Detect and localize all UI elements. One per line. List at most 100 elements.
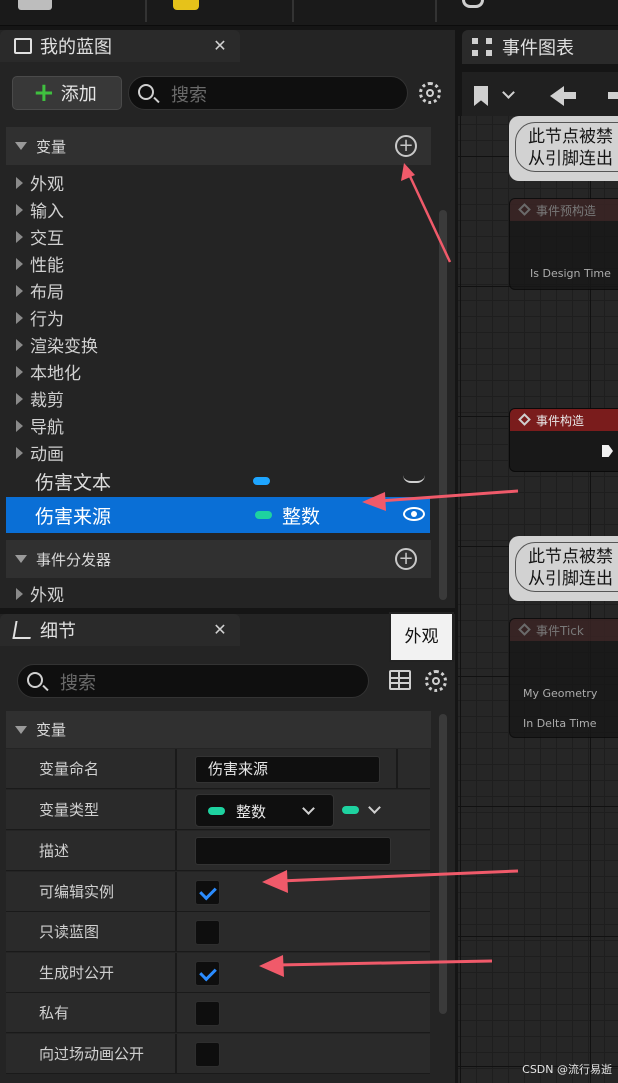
node-event-construct[interactable]: 事件构造 (509, 408, 618, 472)
category-item[interactable]: 动画 (6, 439, 430, 466)
category-item[interactable]: 交互 (6, 223, 430, 250)
row-readonly: 只读蓝图 (6, 912, 430, 952)
node-event-preconstruct[interactable]: 事件预构造 Is Design Time (509, 198, 618, 290)
chevron-down-icon (368, 801, 381, 814)
row-variable-type: 变量类型 整数 (6, 790, 430, 830)
my-blueprint-tab[interactable]: 我的蓝图 ✕ (0, 30, 240, 62)
category-label: 导航 (30, 418, 64, 438)
details-section-label: 变量 (36, 721, 67, 739)
category-item[interactable]: 输入 (6, 196, 430, 223)
variable-type-value: 整数 (236, 803, 267, 821)
category-label: 本地化 (30, 364, 81, 384)
blueprint-search-input[interactable]: 搜索 (128, 76, 408, 110)
eye-open-icon[interactable] (403, 507, 425, 521)
table-view-icon[interactable] (389, 670, 411, 690)
settings-gear-icon[interactable] (425, 670, 447, 692)
close-icon[interactable]: ✕ (208, 34, 232, 58)
variable-type-dropdown[interactable]: 整数 (195, 794, 334, 827)
comment-bubble: 此节点被禁 从引脚连出 (509, 116, 618, 181)
search-icon (138, 84, 154, 100)
add-variable-icon[interactable]: + (395, 135, 417, 157)
category-item[interactable]: 裁剪 (6, 385, 430, 412)
column-divider (175, 912, 177, 952)
category-label: 布局 (30, 283, 64, 303)
category-label: 性能 (30, 256, 64, 276)
variables-section-header[interactable]: 变量 + (6, 127, 431, 165)
node-title: 事件Tick (536, 623, 584, 638)
add-dispatcher-icon[interactable]: + (395, 548, 417, 570)
row-label: 生成时公开 (39, 964, 115, 982)
event-graph-tab[interactable]: 事件图表 (462, 30, 618, 64)
category-item[interactable]: 行为 (6, 304, 430, 331)
bookmark-icon[interactable] (474, 86, 488, 106)
event-diamond-icon (518, 203, 531, 216)
expand-arrow-icon (16, 420, 23, 432)
add-button[interactable]: + 添加 (12, 76, 122, 110)
variable-row-damage-source[interactable]: 伤害来源 整数 (6, 497, 430, 533)
blueprint-scrollbar[interactable] (439, 210, 447, 600)
category-item[interactable]: 渲染变换 (6, 331, 430, 358)
expose-on-spawn-checkbox[interactable] (195, 961, 220, 986)
expand-arrow-icon (16, 312, 23, 324)
forward-arrow-icon[interactable] (608, 92, 618, 99)
event-diamond-icon (518, 413, 531, 426)
graph-toolbar (462, 72, 618, 116)
expand-arrow-icon (16, 366, 23, 378)
private-checkbox[interactable] (195, 1001, 220, 1026)
readonly-checkbox[interactable] (195, 920, 220, 945)
column-divider (175, 1034, 177, 1074)
category-label: 动画 (30, 445, 64, 465)
variable-row-damage-text[interactable]: 伤害文本 (6, 463, 430, 499)
expand-arrow-icon (16, 285, 23, 297)
blueprint-book-icon (14, 38, 32, 54)
row-private: 私有 (6, 993, 430, 1033)
details-tab[interactable]: 细节 ✕ (0, 614, 240, 646)
pin-label: In Delta Time (523, 717, 597, 730)
container-type-dropdown[interactable] (340, 794, 390, 827)
details-variable-section[interactable]: 变量 (6, 711, 431, 748)
expand-arrow-icon (16, 258, 23, 270)
category-item[interactable]: 布局 (6, 277, 430, 304)
category-item[interactable]: 外观 (6, 169, 430, 196)
close-icon[interactable]: ✕ (208, 618, 232, 642)
description-field[interactable] (195, 837, 391, 865)
column-divider (175, 831, 177, 871)
row-label: 描述 (39, 842, 70, 860)
dispatchers-section-header[interactable]: 事件分发器 + (6, 540, 431, 578)
type-pill-icon (253, 477, 270, 485)
details-scrollbar[interactable] (439, 714, 447, 1014)
variable-name-field[interactable]: 伤害来源 (195, 756, 380, 783)
details-panel: 细节 ✕ 搜索 变量 变量命名 伤害来源 变量类型 整数 描述 可编辑实例 只读… (0, 614, 455, 1083)
category-label: 渲染变换 (30, 337, 98, 357)
details-title: 细节 (40, 621, 76, 642)
category-item[interactable]: 本地化 (6, 358, 430, 385)
category-item[interactable]: 外观 (6, 580, 430, 607)
column-divider (396, 749, 398, 789)
variable-name: 伤害文本 (35, 471, 112, 494)
toolbar-divider (435, 0, 437, 22)
graph-canvas[interactable]: 此节点被禁 从引脚连出 事件预构造 Is Design Time 事件构造 此节点… (458, 116, 618, 1083)
compile-icon[interactable] (173, 0, 199, 10)
category-item[interactable]: 性能 (6, 250, 430, 277)
search-icon (27, 672, 43, 688)
category-label: 外观 (30, 586, 64, 606)
row-instance-editable: 可编辑实例 (6, 872, 430, 912)
save-icon[interactable] (18, 0, 52, 10)
chevron-down-icon[interactable] (502, 86, 515, 99)
eye-closed-icon[interactable] (403, 475, 425, 483)
settings-gear-icon[interactable] (419, 82, 441, 104)
exec-pin-icon[interactable] (602, 445, 613, 457)
instance-editable-checkbox[interactable] (195, 880, 220, 905)
int-pill-icon (342, 806, 359, 814)
my-blueprint-title: 我的蓝图 (40, 37, 112, 58)
category-item[interactable]: 导航 (6, 412, 430, 439)
node-header: 事件Tick (510, 619, 618, 641)
comment-text: 从引脚连出 (528, 569, 613, 589)
expose-cinematics-checkbox[interactable] (195, 1042, 220, 1067)
node-event-tick[interactable]: 事件Tick My Geometry In Delta Time (509, 618, 618, 738)
details-pencil-icon (12, 621, 34, 639)
details-search-input[interactable]: 搜索 (17, 664, 369, 698)
comment-text: 此节点被禁 (528, 547, 613, 567)
find-icon[interactable] (462, 0, 484, 8)
row-description: 描述 (6, 831, 430, 871)
